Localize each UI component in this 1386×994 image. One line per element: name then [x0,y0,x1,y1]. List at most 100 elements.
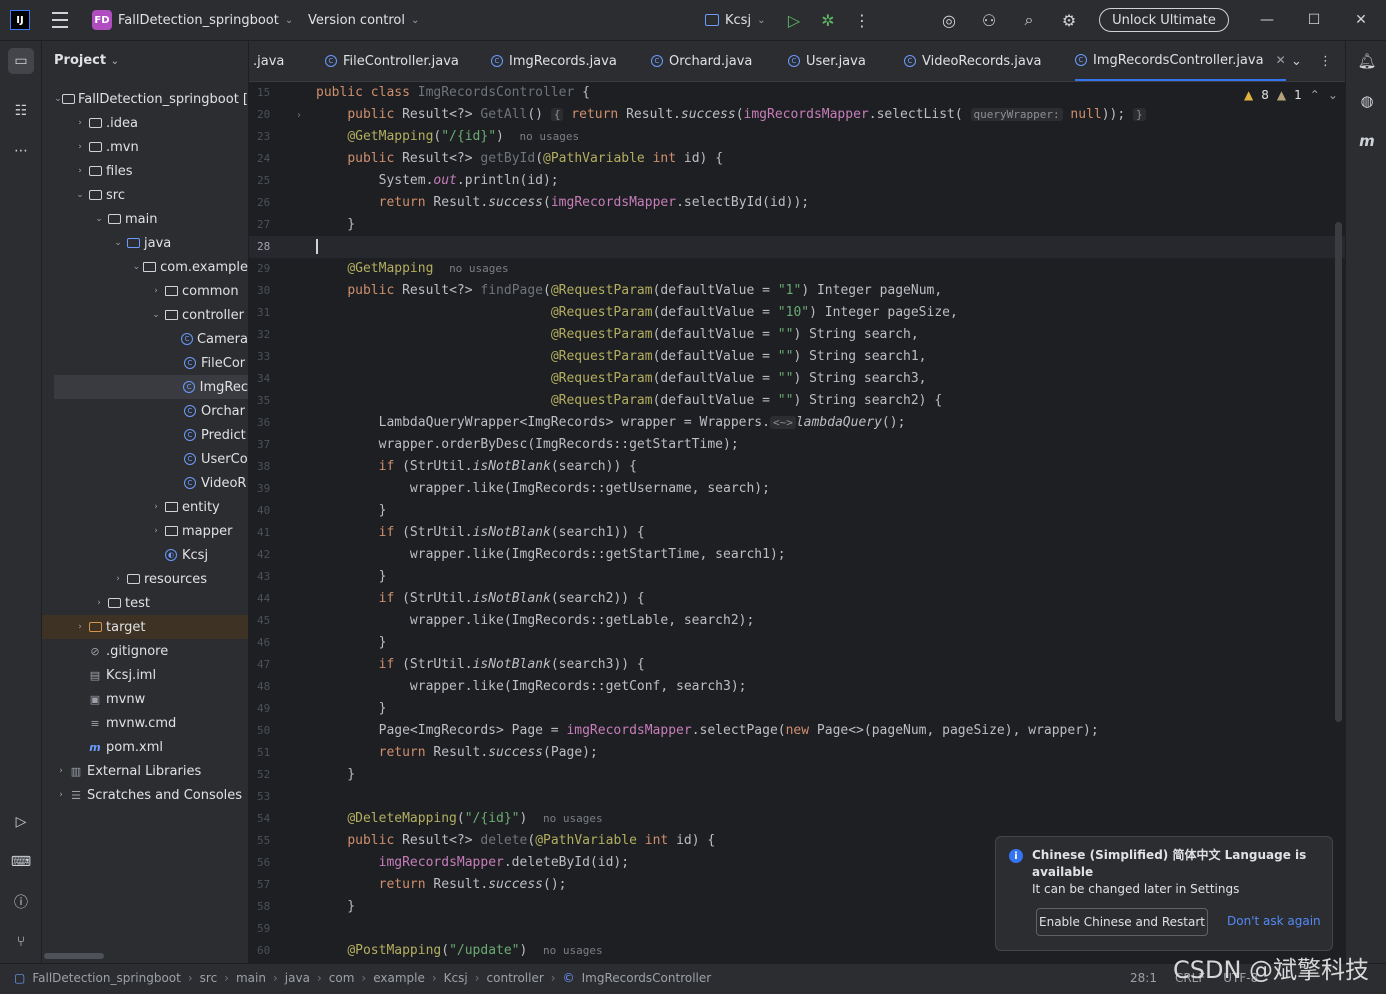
vertical-scrollbar[interactable] [1335,222,1342,722]
tree-item[interactable]: › test [42,591,248,615]
tree-item[interactable]: ⌄ main [42,207,248,231]
editor-tab[interactable]: C VideoRecords.java [904,41,1041,81]
code-editor[interactable]: 15 20 23 24 25 26 27 28 29 30 31 32 33 34 35 36 37 38 39 40… [249,82,1345,963]
more-actions-icon[interactable]: ⋮ [851,9,873,31]
chevron-right-icon[interactable]: › [149,502,163,512]
breadcrumb-item[interactable]: src [200,971,218,985]
chevron-up-icon[interactable]: ⌃ [1310,88,1320,102]
chevron-down-icon[interactable]: ⌄ [149,310,163,320]
tree-item[interactable]: C FileCor [42,351,248,375]
tree-item[interactable]: C Camera [42,327,248,351]
tree-item[interactable]: m pom.xml [42,735,248,759]
tree-item[interactable]: ⌄ controller [42,303,248,327]
chevron-down-icon[interactable]: ⌄ [54,94,62,104]
enable-chinese-button[interactable]: Enable Chinese and Restart [1036,908,1208,936]
breadcrumb-item[interactable]: controller [487,971,544,985]
tree-item[interactable]: › common [42,279,248,303]
maximize-window-icon[interactable]: ☐ [1303,9,1325,31]
ai-assistant-icon[interactable]: ◎ [938,9,960,31]
terminal-icon[interactable]: ⌨ [8,849,34,875]
debug-icon[interactable]: ✲ [817,9,839,31]
tree-item[interactable]: ▣ mvnw [42,687,248,711]
chevron-down-icon[interactable]: ⌄ [130,262,143,272]
notifications-bell-icon[interactable]: 🔔︎ [1354,48,1380,74]
editor-tab[interactable]: .java [253,41,284,81]
caret-position[interactable]: 28:1 [1130,971,1157,985]
editor-tab[interactable]: C ImgRecordsController.java ✕ [1075,41,1286,81]
breadcrumb-item[interactable]: ImgRecordsController [582,971,712,985]
chevron-down-icon[interactable]: ⌄ [111,238,125,248]
tree-item[interactable]: C ImgRec [54,375,248,399]
tree-item[interactable]: › .mvn [42,135,248,159]
tree-item[interactable]: ⊘ .gitignore [42,639,248,663]
tree-item[interactable]: ≡ mvnw.cmd [42,711,248,735]
breadcrumb-item[interactable]: com [329,971,355,985]
chevron-right-icon[interactable]: › [73,118,87,128]
chevron-right-icon[interactable]: › [73,142,87,152]
project-selector[interactable]: FD FallDetection_springboot ⌄ [92,8,293,32]
project-folder-icon[interactable]: ▭ [8,48,34,74]
breadcrumb-item[interactable]: main [236,971,266,985]
chevron-down-icon[interactable]: ⌄ [92,214,106,224]
app-logo-icon[interactable]: IJ [10,10,30,30]
breadcrumb-item[interactable]: example [373,971,425,985]
project-panel-title[interactable]: Project ⌄ [54,53,119,68]
main-menu-icon[interactable] [50,10,70,30]
tree-item[interactable]: C Predict [42,423,248,447]
chevron-right-icon[interactable]: › [73,622,87,632]
chevron-right-icon[interactable]: › [149,526,163,536]
inspection-widget[interactable]: ▲ 8 ▲ 1 ⌃ ⌄ [1244,88,1338,102]
tree-item[interactable]: ▤ Kcsj.iml [42,663,248,687]
chevron-right-icon[interactable]: › [92,598,106,608]
tree-item[interactable]: › resources [42,567,248,591]
ai-chat-icon[interactable]: ◍ [1354,88,1380,114]
add-user-icon[interactable]: ⚇ [978,9,1000,31]
chevron-right-icon[interactable]: › [149,286,163,296]
problems-icon[interactable]: ⓘ [8,889,34,915]
tab-list-dropdown-icon[interactable]: ⌄ [1291,41,1302,81]
git-branch-icon[interactable]: ⑂ [8,929,34,955]
tree-item[interactable]: ⌄ java [42,231,248,255]
chevron-right-icon[interactable]: › [54,766,68,776]
tree-item[interactable]: › .idea [42,111,248,135]
editor-tab[interactable]: C Orchard.java [651,41,752,81]
tree-item[interactable]: ⌄ com.example [42,255,248,279]
tree-item[interactable]: › target [42,615,248,639]
run-icon[interactable]: ▷ [783,9,805,31]
horizontal-scrollbar[interactable] [44,953,104,959]
chevron-right-icon[interactable]: › [54,790,68,800]
editor-tab[interactable]: C FileController.java [325,41,459,81]
fold-arrow-icon[interactable]: › [297,110,301,121]
editor-tab[interactable]: C User.java [788,41,866,81]
chevron-right-icon[interactable]: › [73,166,87,176]
breadcrumb-item[interactable]: Kcsj [444,971,468,985]
tree-item[interactable]: ⌄ FallDetection_springboot [ [42,87,248,111]
close-tab-icon[interactable]: ✕ [1276,53,1286,67]
dont-ask-again-link[interactable]: Don't ask again [1227,914,1321,928]
chevron-down-icon[interactable]: ⌄ [1328,88,1338,102]
breadcrumb-item[interactable]: FallDetection_springboot [32,971,180,985]
tree-item[interactable]: › ☰ Scratches and Consoles [42,783,248,807]
minimize-window-icon[interactable]: — [1256,9,1278,31]
tab-more-icon[interactable]: ⋮ [1319,41,1332,81]
tree-item[interactable]: › files [42,159,248,183]
chevron-right-icon[interactable]: › [111,574,125,584]
close-window-icon[interactable]: ✕ [1350,9,1372,31]
tree-item[interactable]: ⌄ src [42,183,248,207]
unlock-ultimate-button[interactable]: Unlock Ultimate [1099,8,1229,32]
tree-item[interactable]: C Orchar [42,399,248,423]
tree-item[interactable]: ◐ Kcsj [42,543,248,567]
settings-gear-icon[interactable]: ⚙ [1058,9,1080,31]
more-tools-icon[interactable]: ⋯ [8,138,34,164]
editor-tab[interactable]: C ImgRecords.java [491,41,617,81]
chevron-down-icon[interactable]: ⌄ [73,190,87,200]
tree-item[interactable]: › mapper [42,519,248,543]
structure-icon[interactable]: ☷ [8,98,34,124]
services-icon[interactable]: ▷ [8,809,34,835]
maven-icon[interactable]: m [1354,128,1380,154]
tree-item[interactable]: › entity [42,495,248,519]
run-configuration-selector[interactable]: Kcsj ⌄ [705,8,765,32]
breadcrumb-item[interactable]: java [285,971,310,985]
tree-item[interactable]: › ▥ External Libraries [42,759,248,783]
tree-item[interactable]: C UserCo [42,447,248,471]
